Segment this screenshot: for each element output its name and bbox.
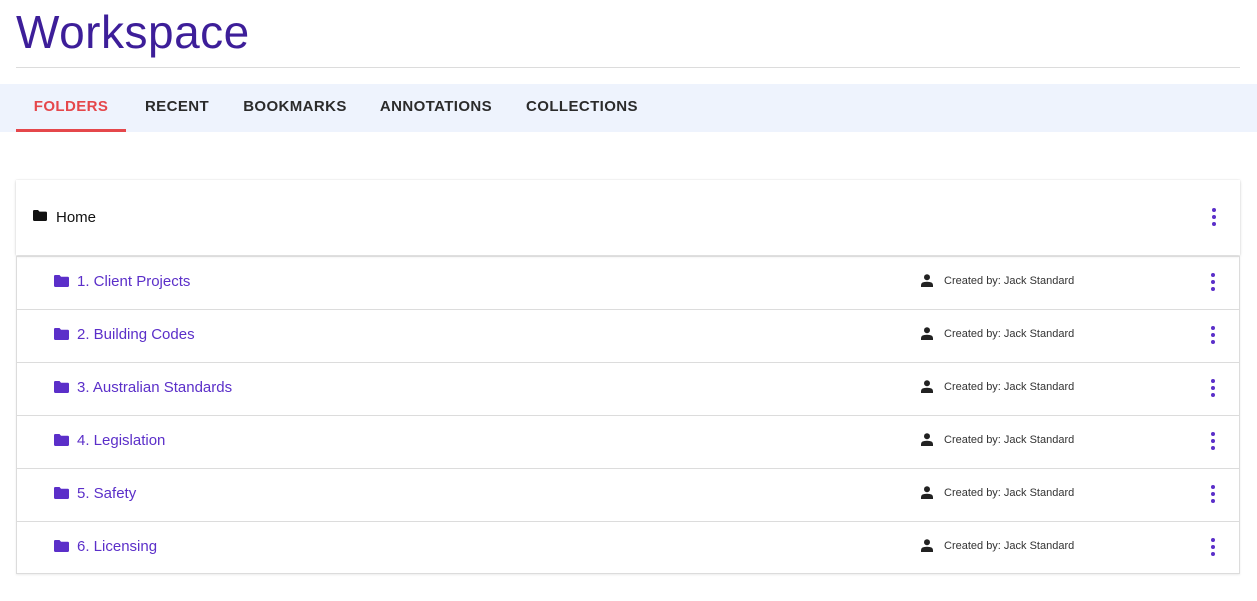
home-label: Home	[56, 209, 97, 226]
folder-icon	[54, 381, 69, 393]
more-options-icon[interactable]	[1203, 376, 1223, 400]
person-icon	[921, 380, 933, 393]
created-by-text: Created by: Jack Standard	[944, 434, 1075, 446]
home-folder-header[interactable]: Home	[16, 180, 1240, 255]
folder-name-link[interactable]: 2. Building Codes	[77, 325, 195, 345]
folder-name-link[interactable]: 6. Licensing	[77, 537, 157, 557]
folder-row[interactable]: 3. Australian Standards Created by: Jack…	[17, 362, 1239, 415]
page-title: Workspace	[16, 6, 250, 58]
created-by-text: Created by: Jack Standard	[944, 275, 1075, 287]
title-divider	[16, 67, 1240, 68]
folder-icon	[33, 210, 47, 221]
folder-row[interactable]: 6. Licensing Created by: Jack Standard	[17, 521, 1239, 574]
tab-bar: FOLDERS RECENT BOOKMARKS ANNOTATIONS COL…	[0, 84, 1257, 132]
folder-name-link[interactable]: 3. Australian Standards	[77, 378, 232, 398]
more-options-icon[interactable]	[1203, 482, 1223, 506]
tab-annotations[interactable]: ANNOTATIONS	[370, 84, 502, 132]
folder-name-link[interactable]: 4. Legislation	[77, 431, 165, 451]
folder-name-link[interactable]: 5. Safety	[77, 484, 136, 504]
person-icon	[921, 486, 933, 499]
tab-collections[interactable]: COLLECTIONS	[517, 84, 647, 132]
folder-icon	[54, 434, 69, 446]
created-by-text: Created by: Jack Standard	[944, 381, 1075, 393]
folder-name-link[interactable]: 1. Client Projects	[77, 272, 190, 292]
created-by-text: Created by: Jack Standard	[944, 540, 1075, 552]
more-options-icon[interactable]	[1203, 270, 1223, 294]
folder-icon	[54, 487, 69, 499]
folder-row[interactable]: 1. Client Projects Created by: Jack Stan…	[17, 256, 1239, 309]
created-by-text: Created by: Jack Standard	[944, 328, 1075, 340]
more-options-icon[interactable]	[1203, 323, 1223, 347]
person-icon	[921, 539, 933, 552]
folder-row[interactable]: 4. Legislation Created by: Jack Standard	[17, 415, 1239, 468]
more-options-icon[interactable]	[1203, 429, 1223, 453]
folder-icon	[54, 275, 69, 287]
person-icon	[921, 274, 933, 287]
folder-row[interactable]: 5. Safety Created by: Jack Standard	[17, 468, 1239, 521]
person-icon	[921, 327, 933, 340]
home-more-options-icon[interactable]	[1204, 205, 1224, 229]
tab-bookmarks[interactable]: BOOKMARKS	[236, 84, 354, 132]
tab-recent[interactable]: RECENT	[135, 84, 219, 132]
folder-row[interactable]: 2. Building Codes Created by: Jack Stand…	[17, 309, 1239, 362]
folder-icon	[54, 540, 69, 552]
created-by-text: Created by: Jack Standard	[944, 487, 1075, 499]
more-options-icon[interactable]	[1203, 535, 1223, 559]
folder-list: 1. Client Projects Created by: Jack Stan…	[16, 256, 1240, 574]
tab-folders[interactable]: FOLDERS	[16, 84, 126, 132]
person-icon	[921, 433, 933, 446]
folder-icon	[54, 328, 69, 340]
